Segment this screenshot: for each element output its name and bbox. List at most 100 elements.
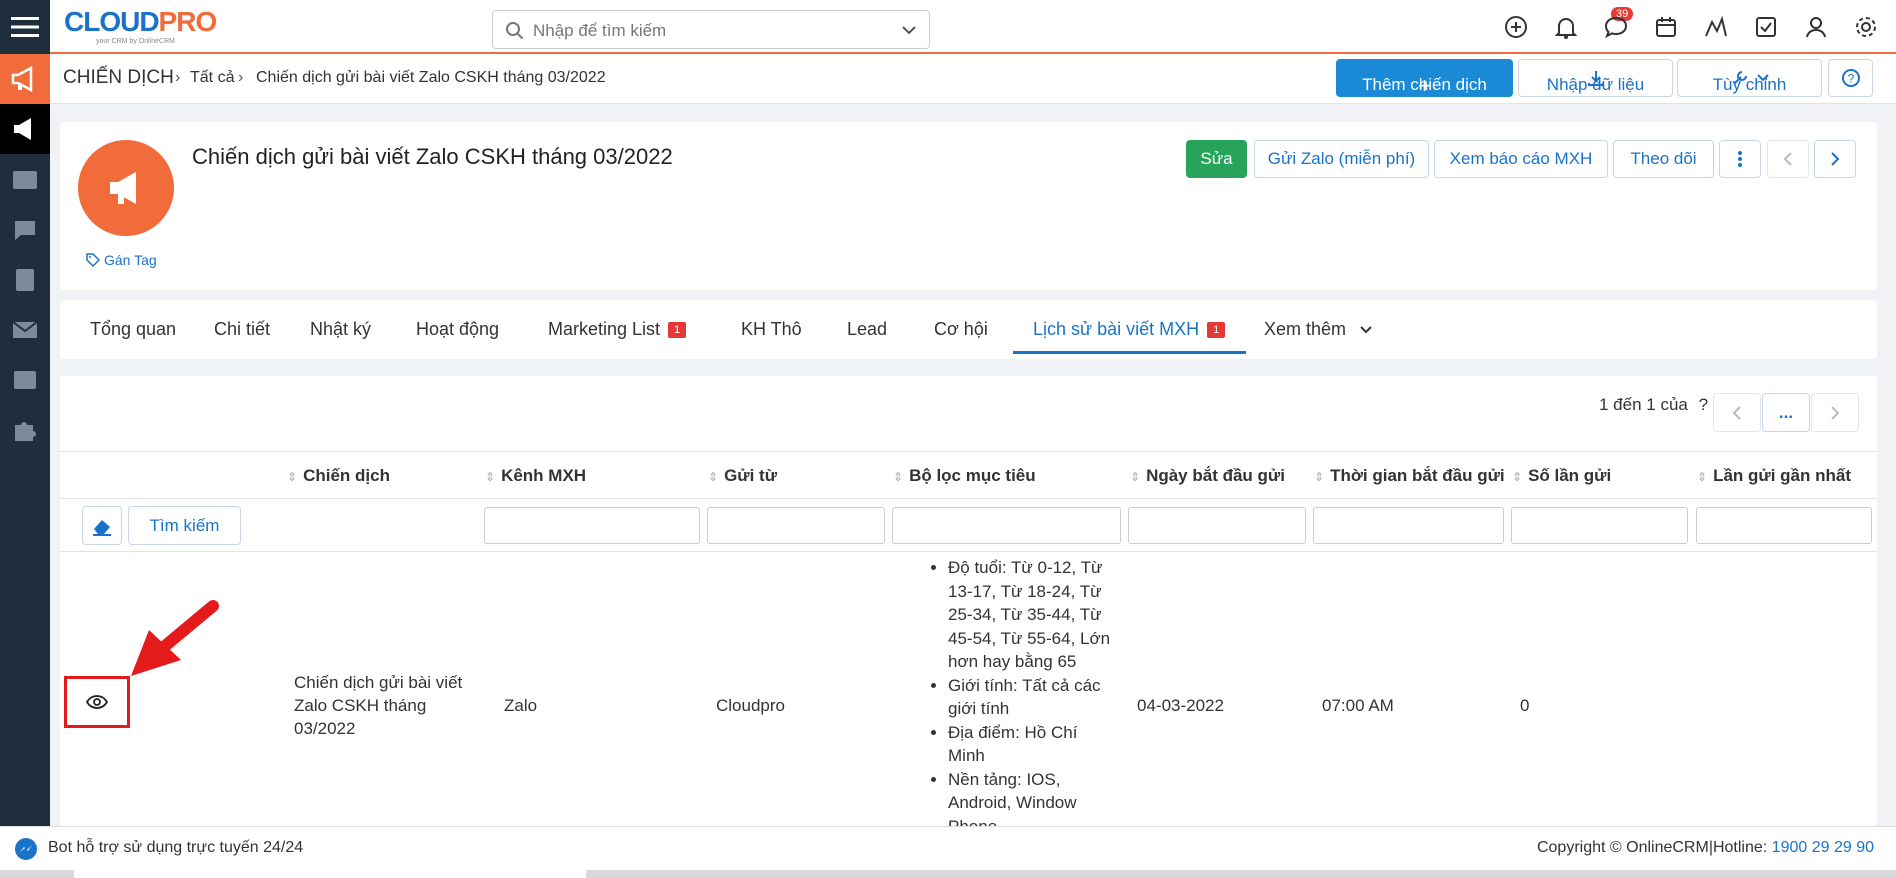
hotline-link[interactable]: 1900 29 29 90 bbox=[1772, 839, 1874, 856]
help-icon: ? bbox=[1841, 69, 1860, 87]
eraser-icon bbox=[93, 519, 111, 536]
contacts-icon[interactable] bbox=[0, 155, 50, 205]
filter-platform: Nền tảng: IOS, Android, Window Phone bbox=[948, 768, 1114, 827]
tab-social-post-history[interactable]: Lịch sử bài viết MXH 1 bbox=[1033, 319, 1226, 340]
settings-gear-icon[interactable] bbox=[1853, 14, 1879, 40]
pagination-more-button[interactable]: ... bbox=[1762, 393, 1810, 432]
vertical-dots-icon bbox=[1738, 151, 1742, 167]
analytics-icon[interactable] bbox=[1703, 14, 1729, 40]
social-report-button[interactable]: Xem báo cáo MXH bbox=[1434, 140, 1608, 178]
sort-icon: ⇕ bbox=[287, 470, 298, 484]
table-divider bbox=[60, 451, 1877, 452]
filter-start-date-input[interactable] bbox=[1128, 507, 1306, 544]
column-header-target-filter[interactable]: ⇕ Bộ lọc mục tiêu bbox=[893, 466, 1036, 486]
cell-campaign[interactable]: Chiến dịch gửi bài viết Zalo CSKH tháng … bbox=[294, 671, 474, 740]
assign-tag-link[interactable]: Gán Tag bbox=[86, 252, 157, 268]
search-filter-button[interactable]: Tìm kiếm bbox=[128, 506, 241, 545]
tab-opportunity[interactable]: Cơ hội bbox=[934, 319, 988, 340]
cell-start-time: 07:00 AM bbox=[1322, 696, 1394, 715]
column-header-last-sent[interactable]: ⇕ Lần gửi gần nhất bbox=[1697, 466, 1851, 486]
customize-dropdown[interactable]: Tùy chỉnh bbox=[1677, 59, 1822, 97]
filter-age: Độ tuổi: Từ 0-12, Từ 13-17, Từ 18-24, Từ… bbox=[948, 556, 1114, 674]
tab-more[interactable]: Xem thêm bbox=[1264, 319, 1372, 340]
chat-icon[interactable] bbox=[0, 205, 50, 255]
scrollbar-thumb[interactable] bbox=[74, 870, 586, 878]
filter-channel-input[interactable] bbox=[484, 507, 700, 544]
campaign-module-icon[interactable] bbox=[0, 54, 50, 104]
filter-gender: Giới tính: Tất cả các giới tính bbox=[948, 674, 1114, 721]
add-circle-icon[interactable] bbox=[1503, 14, 1529, 40]
record-title: Chiến dịch gửi bài viết Zalo CSKH tháng … bbox=[192, 144, 673, 169]
cell-start-date: 04-03-2022 bbox=[1137, 696, 1224, 715]
column-header-start-date[interactable]: ⇕ Ngày bắt đầu gửi bbox=[1130, 466, 1285, 486]
book-icon[interactable] bbox=[0, 255, 50, 305]
filter-location: Địa điểm: Hồ Chí Minh bbox=[948, 721, 1114, 768]
megaphone-icon[interactable] bbox=[0, 104, 50, 154]
task-check-icon[interactable] bbox=[1753, 14, 1779, 40]
tab-log[interactable]: Nhật ký bbox=[310, 319, 371, 340]
global-search-input[interactable]: Nhập để tìm kiếm bbox=[492, 10, 930, 49]
bottom-scrollbar[interactable] bbox=[0, 870, 1896, 878]
column-header-sender[interactable]: ⇕ Gửi từ bbox=[708, 466, 777, 486]
column-header-send-count[interactable]: ⇕ Số lần gửi bbox=[1512, 466, 1611, 486]
breadcrumb-current: Chiến dịch gửi bài viết Zalo CSKH tháng … bbox=[256, 69, 606, 86]
filter-start-time-input[interactable] bbox=[1313, 507, 1504, 544]
view-record-button[interactable] bbox=[64, 676, 130, 728]
tab-activity[interactable]: Hoạt động bbox=[416, 319, 499, 340]
footer: Bot hỗ trợ sử dụng trực tuyến 24/24 Copy… bbox=[0, 826, 1896, 870]
annotation-arrow-icon bbox=[131, 600, 219, 676]
add-campaign-button[interactable]: + Thêm chiến dịch bbox=[1336, 59, 1513, 97]
tab-badge: 1 bbox=[1207, 322, 1226, 338]
messenger-icon[interactable] bbox=[14, 837, 38, 861]
clear-filters-button[interactable] bbox=[82, 506, 122, 545]
hamburger-menu-icon[interactable] bbox=[0, 2, 50, 52]
filter-target-input[interactable] bbox=[892, 507, 1121, 544]
document-icon[interactable] bbox=[0, 355, 50, 405]
eye-icon bbox=[86, 695, 108, 709]
mail-icon[interactable] bbox=[0, 305, 50, 355]
previous-record-button[interactable] bbox=[1767, 140, 1809, 178]
cloudpro-logo[interactable]: CLOUDPRO your CRM by OnlineCRM bbox=[64, 6, 217, 45]
search-placeholder: Nhập để tìm kiếm bbox=[533, 21, 667, 40]
chevron-right-icon bbox=[1831, 405, 1840, 420]
follow-button[interactable]: Theo dõi bbox=[1613, 140, 1714, 178]
breadcrumb-bar: CHIẾN DỊCH › Tất cả › Chiến dịch gửi bài… bbox=[50, 54, 1896, 104]
edit-button[interactable]: Sửa bbox=[1186, 140, 1247, 178]
import-data-button[interactable]: Nhập dữ liệu bbox=[1518, 59, 1673, 97]
help-icon[interactable]: ? bbox=[1699, 395, 1708, 414]
support-bot-label[interactable]: Bot hỗ trợ sử dụng trực tuyến 24/24 bbox=[48, 839, 303, 857]
filter-send-count-input[interactable] bbox=[1511, 507, 1688, 544]
pagination-prev-button[interactable] bbox=[1713, 393, 1761, 432]
pagination-next-button[interactable] bbox=[1811, 393, 1859, 432]
user-profile-icon[interactable] bbox=[1803, 14, 1829, 40]
chevron-down-icon[interactable] bbox=[901, 24, 917, 36]
chat-bubble-icon[interactable] bbox=[1603, 14, 1629, 40]
tab-detail[interactable]: Chi tiết bbox=[214, 319, 270, 340]
filter-last-sent-input[interactable] bbox=[1696, 507, 1872, 544]
bell-icon[interactable] bbox=[1553, 14, 1579, 40]
breadcrumb-all[interactable]: Tất cả bbox=[190, 69, 234, 87]
puzzle-icon[interactable] bbox=[0, 405, 50, 455]
cell-channel: Zalo bbox=[504, 696, 538, 715]
svg-text:?: ? bbox=[1847, 72, 1854, 86]
send-zalo-button[interactable]: Gửi Zalo (miễn phí) bbox=[1254, 140, 1429, 178]
filter-sender-input[interactable] bbox=[707, 507, 885, 544]
next-record-button[interactable] bbox=[1814, 140, 1856, 178]
chevron-left-icon bbox=[1732, 405, 1741, 420]
help-button[interactable]: ? bbox=[1828, 59, 1873, 97]
calendar-icon[interactable] bbox=[1653, 14, 1679, 40]
sort-icon: ⇕ bbox=[1314, 470, 1325, 484]
column-header-campaign[interactable]: ⇕ Chiến dịch bbox=[287, 466, 390, 486]
tab-raw-customers[interactable]: KH Thô bbox=[741, 319, 802, 340]
tab-lead[interactable]: Lead bbox=[847, 319, 887, 340]
cell-target-filters: Độ tuổi: Từ 0-12, Từ 13-17, Từ 18-24, Từ… bbox=[924, 552, 1124, 826]
more-actions-button[interactable] bbox=[1719, 140, 1761, 178]
column-header-channel[interactable]: ⇕ Kênh MXH bbox=[485, 466, 586, 486]
breadcrumb-module[interactable]: CHIẾN DỊCH bbox=[63, 67, 174, 89]
tab-overview[interactable]: Tổng quan bbox=[90, 319, 176, 340]
sort-icon: ⇕ bbox=[1697, 470, 1708, 484]
column-header-start-time[interactable]: ⇕ Thời gian bắt đầu gửi bbox=[1314, 466, 1505, 486]
tab-marketing-list[interactable]: Marketing List 1 bbox=[548, 319, 687, 340]
search-icon bbox=[506, 22, 524, 40]
tag-icon bbox=[86, 253, 100, 267]
